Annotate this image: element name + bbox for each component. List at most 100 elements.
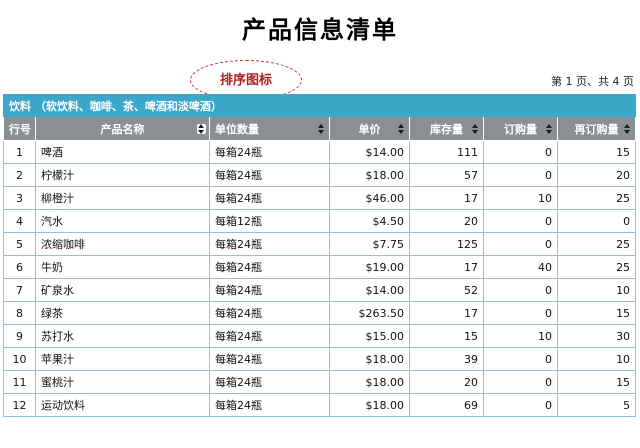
column-header-stock[interactable]: 库存量 <box>410 117 484 141</box>
table-row: 12运动饮料每箱24瓶$18.006905 <box>4 394 636 417</box>
cell-ordered: 0 <box>484 348 558 371</box>
table-row: 7矿泉水每箱24瓶$14.0052010 <box>4 279 636 302</box>
cell-product-name: 浓缩咖啡 <box>36 233 210 256</box>
cell-unit-price: $7.75 <box>330 233 410 256</box>
table-row: 6牛奶每箱24瓶$19.00174025 <box>4 256 636 279</box>
group-header-row: 饮料 （软饮料、咖啡、茶、啤酒和淡啤酒） <box>4 95 636 117</box>
cell-row-number: 1 <box>4 141 36 164</box>
cell-row-number: 3 <box>4 187 36 210</box>
cell-stock: 52 <box>410 279 484 302</box>
column-header-product-name[interactable]: 产品名称 <box>36 117 210 141</box>
cell-product-name: 矿泉水 <box>36 279 210 302</box>
cell-unit-quantity: 每箱24瓶 <box>210 256 330 279</box>
cell-row-number: 8 <box>4 302 36 325</box>
cell-ordered: 0 <box>484 302 558 325</box>
cell-unit-price: $18.00 <box>330 164 410 187</box>
sort-icon[interactable] <box>546 124 553 134</box>
cell-ordered: 0 <box>484 371 558 394</box>
cell-product-name: 蜜桃汁 <box>36 371 210 394</box>
cell-stock: 17 <box>410 187 484 210</box>
cell-ordered: 0 <box>484 141 558 164</box>
cell-stock: 17 <box>410 302 484 325</box>
cell-reorder: 0 <box>558 210 636 233</box>
cell-reorder: 15 <box>558 141 636 164</box>
cell-stock: 57 <box>410 164 484 187</box>
column-header-label: 单价 <box>359 121 381 137</box>
table-row: 5浓缩咖啡每箱24瓶$7.75125025 <box>4 233 636 256</box>
table-row: 9苏打水每箱24瓶$15.00151030 <box>4 325 636 348</box>
column-header-label: 产品名称 <box>101 121 145 137</box>
cell-stock: 20 <box>410 210 484 233</box>
cell-unit-price: $4.50 <box>330 210 410 233</box>
cell-row-number: 4 <box>4 210 36 233</box>
cell-row-number: 2 <box>4 164 36 187</box>
cell-unit-quantity: 每箱24瓶 <box>210 164 330 187</box>
table-row: 3柳橙汁每箱24瓶$46.00171025 <box>4 187 636 210</box>
cell-ordered: 0 <box>484 279 558 302</box>
cell-unit-price: $15.00 <box>330 325 410 348</box>
cell-row-number: 12 <box>4 394 36 417</box>
cell-product-name: 汽水 <box>36 210 210 233</box>
cell-reorder: 30 <box>558 325 636 348</box>
cell-unit-quantity: 每箱24瓶 <box>210 187 330 210</box>
cell-reorder: 10 <box>558 348 636 371</box>
column-header-label: 库存量 <box>430 121 463 137</box>
cell-product-name: 啤酒 <box>36 141 210 164</box>
column-header-label: 行号 <box>9 121 31 137</box>
cell-unit-quantity: 每箱24瓶 <box>210 371 330 394</box>
cell-unit-price: $14.00 <box>330 279 410 302</box>
cell-reorder: 25 <box>558 256 636 279</box>
cell-row-number: 11 <box>4 371 36 394</box>
cell-stock: 69 <box>410 394 484 417</box>
cell-unit-quantity: 每箱24瓶 <box>210 302 330 325</box>
cell-unit-quantity: 每箱24瓶 <box>210 394 330 417</box>
cell-product-name: 柠檬汁 <box>36 164 210 187</box>
column-header-row-number: 行号 <box>4 117 36 141</box>
column-header-unit-price[interactable]: 单价 <box>330 117 410 141</box>
cell-stock: 17 <box>410 256 484 279</box>
sort-icon[interactable] <box>624 124 631 134</box>
cell-ordered: 40 <box>484 256 558 279</box>
cell-row-number: 9 <box>4 325 36 348</box>
cell-product-name: 苏打水 <box>36 325 210 348</box>
table-row: 2柠檬汁每箱24瓶$18.0057020 <box>4 164 636 187</box>
table-row: 11蜜桃汁每箱24瓶$18.0020015 <box>4 371 636 394</box>
cell-product-name: 运动饮料 <box>36 394 210 417</box>
table-row: 1啤酒每箱24瓶$14.00111015 <box>4 141 636 164</box>
cell-product-name: 绿茶 <box>36 302 210 325</box>
column-header-label: 订购量 <box>504 121 537 137</box>
cell-reorder: 5 <box>558 394 636 417</box>
cell-ordered: 10 <box>484 325 558 348</box>
cell-stock: 20 <box>410 371 484 394</box>
column-header-unit-quantity[interactable]: 单位数量 <box>210 117 330 141</box>
page-indicator: 第 1 页、共 4 页 <box>551 73 634 89</box>
cell-row-number: 7 <box>4 279 36 302</box>
cell-stock: 15 <box>410 325 484 348</box>
sort-icon[interactable] <box>197 124 206 134</box>
sort-icon[interactable] <box>472 124 479 134</box>
cell-row-number: 6 <box>4 256 36 279</box>
column-header-reorder[interactable]: 再订购量 <box>558 117 636 141</box>
group-header-label: 饮料 （软饮料、咖啡、茶、啤酒和淡啤酒） <box>4 95 636 117</box>
table-row: 4汽水每箱12瓶$4.502000 <box>4 210 636 233</box>
cell-reorder: 25 <box>558 233 636 256</box>
cell-ordered: 0 <box>484 164 558 187</box>
cell-unit-quantity: 每箱24瓶 <box>210 141 330 164</box>
cell-unit-quantity: 每箱24瓶 <box>210 325 330 348</box>
cell-row-number: 10 <box>4 348 36 371</box>
sort-icon[interactable] <box>398 124 405 134</box>
cell-unit-price: $19.00 <box>330 256 410 279</box>
cell-unit-price: $18.00 <box>330 348 410 371</box>
column-header-label: 单位数量 <box>215 121 259 137</box>
column-header-ordered[interactable]: 订购量 <box>484 117 558 141</box>
sort-icon[interactable] <box>318 124 325 134</box>
cell-reorder: 25 <box>558 187 636 210</box>
cell-stock: 125 <box>410 233 484 256</box>
cell-row-number: 5 <box>4 233 36 256</box>
cell-unit-price: $263.50 <box>330 302 410 325</box>
cell-unit-quantity: 每箱24瓶 <box>210 279 330 302</box>
table-row: 8绿茶每箱24瓶$263.5017015 <box>4 302 636 325</box>
cell-unit-quantity: 每箱24瓶 <box>210 233 330 256</box>
callout-label: 排序图标 <box>190 69 302 88</box>
report-title: 产品信息清单 <box>0 10 640 45</box>
